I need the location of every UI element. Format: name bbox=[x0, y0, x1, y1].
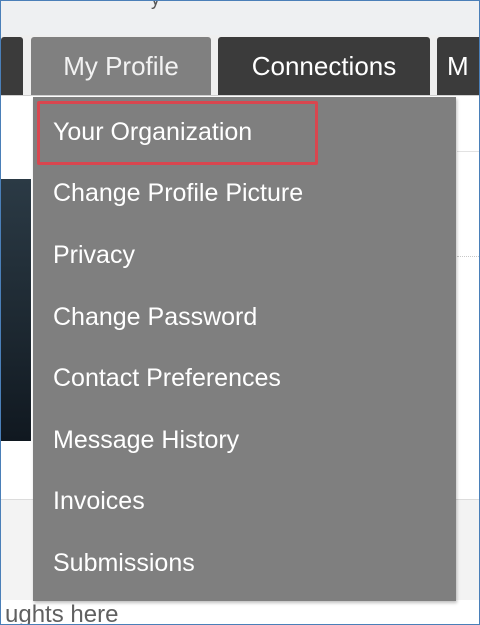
tab-connections[interactable]: Connections bbox=[218, 37, 430, 95]
menu-item-privacy[interactable]: Privacy bbox=[33, 230, 456, 280]
screenshot-frame: y My Profile Connections M ughts here Yo… bbox=[0, 0, 480, 625]
tab-more[interactable]: M bbox=[437, 37, 479, 95]
menu-item-contact-preferences[interactable]: Contact Preferences bbox=[33, 353, 456, 403]
menu-item-invoices[interactable]: Invoices bbox=[33, 476, 456, 526]
divider-line bbox=[457, 151, 479, 152]
top-strip: y bbox=[1, 1, 479, 35]
my-profile-dropdown-menu: Your Organization Change Profile Picture… bbox=[33, 97, 456, 601]
menu-item-submissions[interactable]: Submissions bbox=[33, 538, 456, 588]
cropped-top-text: y bbox=[151, 1, 160, 10]
dotted-divider bbox=[457, 256, 479, 257]
profile-photo bbox=[1, 179, 31, 441]
menu-item-your-organization[interactable]: Your Organization bbox=[33, 107, 456, 157]
tab-my-profile[interactable]: My Profile bbox=[31, 37, 211, 95]
menu-item-message-history[interactable]: Message History bbox=[33, 415, 456, 465]
tab-previous[interactable] bbox=[1, 37, 23, 95]
main-nav-bar: My Profile Connections M bbox=[1, 35, 479, 96]
menu-item-change-profile-picture[interactable]: Change Profile Picture bbox=[33, 168, 456, 218]
menu-item-change-password[interactable]: Change Password bbox=[33, 292, 456, 342]
post-input-placeholder[interactable]: ughts here bbox=[5, 601, 118, 624]
